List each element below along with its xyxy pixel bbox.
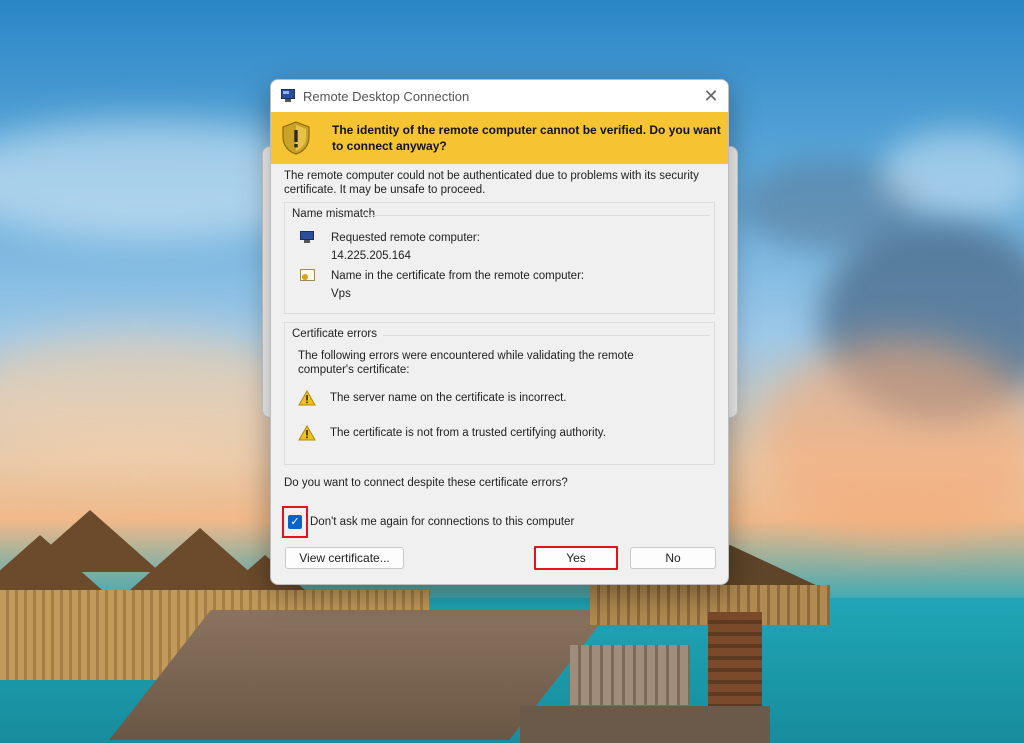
requested-computer-row: Requested remote computer: 14.225.205.16… [285, 229, 714, 265]
warning-heading: The identity of the remote computer cann… [332, 123, 721, 153]
requested-computer-label: Requested remote computer: [331, 232, 480, 244]
checkbox-highlight: ✓ [282, 506, 308, 538]
title-bar[interactable]: Remote Desktop Connection ✕ [271, 80, 728, 112]
certificate-error-item: The server name on the certificate is in… [285, 389, 714, 407]
rdp-certificate-dialog: Remote Desktop Connection ✕ The identity… [270, 79, 729, 585]
remote-desktop-icon [280, 88, 298, 104]
warning-triangle-icon [298, 390, 316, 406]
requested-computer-value: 14.225.205.164 [331, 250, 411, 262]
divider [383, 335, 710, 336]
certificate-error-item: The certificate is not from a trusted ce… [285, 424, 714, 442]
group-label: Name mismatch [292, 208, 376, 220]
warning-triangle-icon [298, 425, 316, 441]
close-button[interactable]: ✕ [694, 80, 728, 112]
computer-icon [299, 229, 317, 245]
certificate-errors-description: The following errors were encountered wh… [298, 350, 634, 376]
confirm-question: Do you want to connect despite these cer… [284, 477, 568, 489]
intro-text: The remote computer could not be authent… [284, 170, 699, 196]
certificate-name-label: Name in the certificate from the remote … [331, 270, 585, 282]
deck-bench [570, 645, 690, 705]
cloud [760, 340, 1024, 540]
dialog-body: The remote computer could not be authent… [271, 164, 728, 580]
certificate-error-text: The certificate is not from a trusted ce… [330, 427, 606, 439]
hut-tower [708, 612, 762, 712]
yes-button[interactable]: Yes [534, 546, 618, 570]
no-button[interactable]: No [630, 547, 716, 569]
certificate-name-value: Vps [331, 288, 351, 300]
certificate-name-info: Name in the certificate from the remote … [331, 267, 584, 303]
certificate-error-text: The server name on the certificate is in… [330, 392, 567, 404]
view-certificate-button[interactable]: View certificate... [285, 547, 404, 569]
name-mismatch-group: Name mismatch Requested remote computer:… [284, 202, 715, 314]
dont-ask-again-label[interactable]: Don't ask me again for connections to th… [310, 516, 574, 528]
lower-deck [520, 706, 770, 743]
certificate-errors-group: Certificate errors The following errors … [284, 322, 715, 465]
dialog-title: Remote Desktop Connection [303, 88, 470, 104]
dont-ask-again-checkbox[interactable]: ✓ [288, 515, 302, 529]
certificate-icon [299, 267, 317, 283]
certificate-name-row: Name in the certificate from the remote … [285, 267, 714, 303]
warning-banner: The identity of the remote computer cann… [271, 112, 728, 164]
group-label: Certificate errors [292, 328, 377, 340]
warning-shield-icon [282, 121, 310, 155]
requested-computer-info: Requested remote computer: 14.225.205.16… [331, 229, 480, 265]
button-row: View certificate... Yes No [284, 540, 716, 580]
dont-ask-again-row[interactable]: ✓ Don't ask me again for connections to … [282, 506, 715, 538]
divider [363, 215, 710, 216]
close-icon: ✕ [703, 85, 719, 106]
